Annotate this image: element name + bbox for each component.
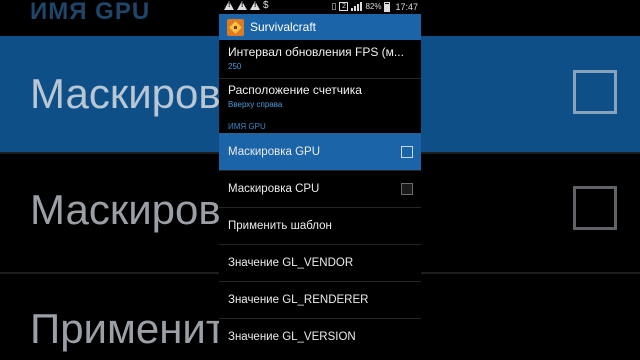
phone-screen: ! ! ! $ ▯ 2 82% 17:47 Survivalcraft Инте… [219,0,421,360]
warning-icon: ! [224,1,234,10]
battery-percent: 82% [365,2,382,11]
row-label: Значение GL_RENDERER [228,294,369,306]
battery-icon [384,1,391,12]
vibrate-icon: ▯ [331,1,337,11]
pref-summary: Вверху справа [228,100,283,109]
action-bar: Survivalcraft [219,14,421,40]
warning-icon: ! [250,1,260,10]
notification-badge-icon: 2 [339,2,349,11]
section-header-gpu-name: ИМЯ GPU [228,122,266,131]
dollar-icon: $ [263,0,269,11]
pref-fps-interval[interactable]: Интервал обновления FPS (м... 250 [219,45,421,71]
row-gl-renderer[interactable]: Значение GL_RENDERER [219,282,421,318]
pref-counter-position[interactable]: Расположение счетчика Вверху справа [219,83,421,109]
row-label: Применить шаблон [228,220,332,232]
mask-cpu-checkbox[interactable] [401,183,413,195]
row-label: Маскировка GPU [228,146,321,158]
pref-title: Расположение счетчика [228,83,362,97]
signal-icon [351,2,363,11]
row-apply-template[interactable]: Применить шаблон [219,208,421,244]
row-label: Значение GL_VERSION [228,331,356,343]
row-gl-vendor[interactable]: Значение GL_VENDOR [219,245,421,281]
row-label: Значение GL_VENDOR [228,257,354,269]
app-title: Survivalcraft [250,20,317,34]
backdrop-checkbox-cpu [573,186,617,230]
row-label: Маскировка CPU [228,183,320,195]
backdrop-checkbox-gpu [573,70,617,114]
warning-icon: ! [237,1,247,10]
row-mask-gpu[interactable]: Маскировка GPU [219,134,421,170]
clock: 17:47 [395,1,418,12]
pref-summary: 250 [228,62,242,71]
pref-title: Интервал обновления FPS (м... [228,45,404,59]
backdrop-section-header: ИМЯ GPU [30,0,151,25]
app-icon[interactable] [227,18,244,36]
row-gl-version[interactable]: Значение GL_VERSION [219,319,421,355]
row-mask-cpu[interactable]: Маскировка CPU [219,171,421,207]
mask-gpu-checkbox[interactable] [401,146,413,158]
divider [219,78,421,79]
status-bar: ! ! ! $ ▯ 2 82% 17:47 [219,0,421,14]
